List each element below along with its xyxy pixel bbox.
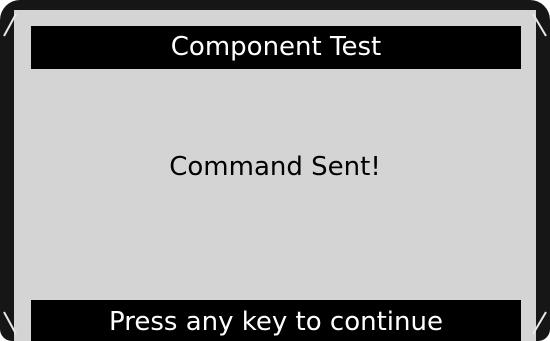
- screen-title: Component Test: [170, 32, 382, 62]
- status-message: Command Sent!: [169, 152, 381, 182]
- continue-prompt-text: Press any key to continue: [109, 307, 443, 337]
- screen-title-bar: Component Test: [31, 26, 521, 69]
- lcd-screen: Component Test Command Sent! Press any k…: [14, 10, 536, 341]
- continue-prompt-bar[interactable]: Press any key to continue: [31, 300, 521, 341]
